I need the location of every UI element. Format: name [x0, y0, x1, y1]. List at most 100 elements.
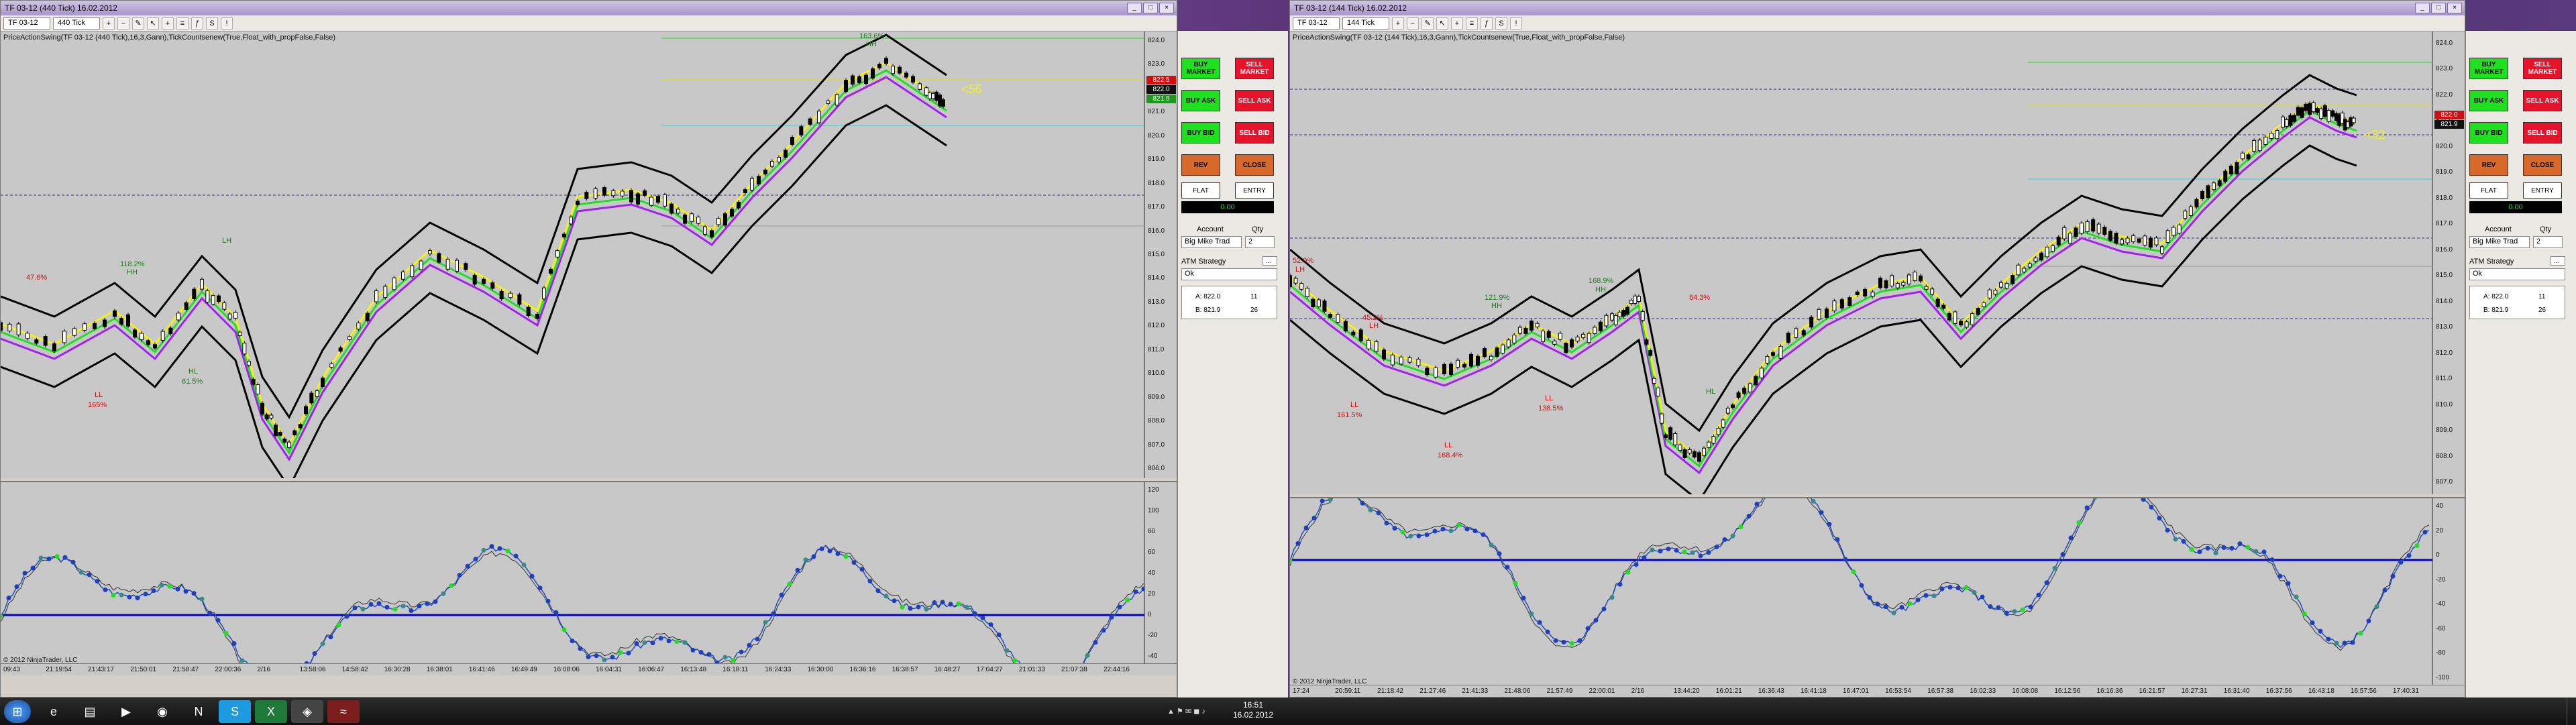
buy-market-button[interactable]: BUY MARKET — [2469, 58, 2508, 79]
media-player-icon[interactable]: ▶ — [110, 700, 142, 723]
atm-config-button[interactable]: ... — [1263, 256, 1277, 266]
ie-icon[interactable]: e — [38, 700, 70, 723]
explorer-icon[interactable]: ▤ — [74, 700, 106, 723]
atm-strategy-select[interactable]: Ok — [2469, 268, 2565, 280]
price-axis-left[interactable]: 824.0 823.0 822.0 821.0 820.0 819.0 818.0 817.0… — [1144, 32, 1177, 478]
draw-tool-icon[interactable]: ✎ — [1421, 17, 1434, 30]
qty-stepper[interactable]: 2 — [2533, 236, 2563, 248]
app-icon[interactable]: ◈ — [291, 700, 323, 723]
crosshair-icon[interactable]: + — [162, 17, 174, 30]
indicators-icon[interactable]: ƒ — [191, 17, 203, 30]
swing-label: HH — [1595, 286, 1606, 294]
buy-ask-button[interactable]: BUY ASK — [1181, 90, 1220, 111]
alert-icon[interactable]: ! — [1510, 17, 1522, 30]
window-titlebar-left[interactable]: TF 03-12 (440 Tick) 16.02.2012 _ □ × — [1, 1, 1177, 15]
properties-icon[interactable]: ≡ — [1466, 17, 1478, 30]
time-axis-right[interactable]: 17:24 20:59:11 21:18:42 21:27:46 21:41:33 21:… — [1290, 685, 2465, 697]
candle — [799, 126, 804, 135]
alert-icon[interactable]: ! — [221, 17, 233, 30]
buy-bid-button[interactable]: BUY BID — [2469, 122, 2508, 144]
start-button-icon[interactable]: ⊞ — [4, 700, 31, 723]
candle — [1707, 441, 1711, 448]
osc-axis-left[interactable]: 120 100 80 60 40 20 0 -20 -40 — [1144, 481, 1177, 663]
zoom-out-icon[interactable]: − — [1407, 17, 1419, 30]
candle — [445, 258, 450, 270]
buy-market-button[interactable]: BUY MARKET — [1181, 58, 1220, 79]
oscillator-left[interactable]: © 2012 NinjaTrader, LLC — [1, 481, 1144, 665]
maximize-icon[interactable]: □ — [1143, 3, 1158, 13]
rev-button[interactable]: REV — [1181, 154, 1220, 176]
strategy-icon[interactable]: S — [1495, 17, 1507, 30]
qty-stepper[interactable]: 2 — [1245, 236, 1275, 248]
instrument-select-right[interactable]: TF 03-12 — [1293, 17, 1340, 30]
account-select[interactable]: Big Mike Trad — [1181, 236, 1242, 248]
taskbar-clock[interactable]: 16:51 16.02.2012 — [1233, 700, 1273, 720]
rev-button[interactable]: REV — [2469, 154, 2508, 176]
zoom-out-icon[interactable]: − — [117, 17, 129, 30]
chart-window-right[interactable]: TF 03-12 (144 Tick) 16.02.2012 _ □ × TF 03… — [1289, 0, 2465, 698]
price-axis-right[interactable]: 824.0823.0822.0821.0820.0819.0818.0817.0… — [2432, 32, 2465, 494]
crosshair-icon[interactable]: + — [1451, 17, 1463, 30]
instrument-select-left[interactable]: TF 03-12 — [3, 17, 50, 30]
candle — [898, 66, 902, 74]
show-desktop-button[interactable] — [2567, 698, 2576, 725]
price-axis-tick: 824.0 — [2436, 40, 2453, 47]
osc-dot — [586, 655, 591, 660]
period-select-left[interactable]: 440 Tick — [53, 17, 100, 30]
sell-market-button[interactable]: SELL MARKET — [1235, 58, 1274, 79]
atm-config-button[interactable]: ... — [2551, 256, 2565, 266]
osc-dot — [972, 611, 977, 616]
price-chart-right[interactable]: LL 161.5% LL 168.4% 45.2% LH 121.9% HH LL 138.5% 1… — [1290, 32, 2432, 494]
strategy-icon[interactable]: S — [206, 17, 218, 30]
oscillator-right[interactable]: © 2012 NinjaTrader, LLC — [1290, 497, 2432, 685]
flat-button[interactable]: FLAT — [2469, 182, 2508, 199]
osc-axis-right[interactable]: 40 20 0 -20 -40 -60 -80 -100 — [2432, 497, 2465, 685]
excel-icon[interactable]: X — [255, 700, 287, 723]
zoom-in-icon[interactable]: + — [1392, 17, 1404, 30]
candle — [83, 323, 87, 331]
time-axis-tick: 16:02:33 — [1970, 687, 1996, 695]
draw-tool-icon[interactable]: ✎ — [132, 17, 144, 30]
candle — [482, 278, 486, 284]
osc-dot — [2044, 580, 2049, 585]
osc-dot — [489, 544, 494, 549]
sell-bid-button[interactable]: SELL BID — [1235, 122, 1274, 144]
firefox-icon[interactable]: ◉ — [146, 700, 178, 723]
account-select[interactable]: Big Mike Trad — [2469, 236, 2530, 248]
tray-icons[interactable]: ▲ ⚑ ✉ ◼ ♪ — [1167, 707, 1205, 716]
ninjatrader-icon[interactable]: N — [182, 700, 215, 723]
cursor-icon[interactable]: ↖ — [1436, 17, 1448, 30]
buy-bid-button[interactable]: BUY BID — [1181, 122, 1220, 144]
skype-icon[interactable]: S — [219, 700, 251, 723]
cursor-icon[interactable]: ↖ — [147, 17, 159, 30]
atm-strategy-select[interactable]: Ok — [1181, 268, 1277, 280]
close-icon[interactable]: × — [1159, 3, 1174, 13]
properties-icon[interactable]: ≡ — [176, 17, 189, 30]
flat-button[interactable]: FLAT — [1181, 182, 1220, 199]
minimize-icon[interactable]: _ — [1127, 3, 1142, 13]
buy-ask-button[interactable]: BUY ASK — [2469, 90, 2508, 111]
price-chart-left[interactable]: 163.6% HH 47.6% LL 165% HL 61.5% 118.2% HH LH <56 … — [1, 32, 1144, 478]
osc-dot — [1125, 597, 1130, 602]
maximize-icon[interactable]: □ — [2431, 3, 2446, 13]
sell-ask-button[interactable]: SELL ASK — [2523, 90, 2562, 111]
chart-app-icon[interactable]: ≈ — [327, 700, 360, 723]
close-icon[interactable]: × — [2447, 3, 2462, 13]
price-axis-tick: 812.0 — [1148, 322, 1165, 330]
candle — [1617, 311, 1622, 317]
time-axis-left[interactable]: 09:43 21:19:54 21:43:17 21:50:01 21:58:47 22:… — [1, 663, 1177, 675]
window-titlebar-right[interactable]: TF 03-12 (144 Tick) 16.02.2012 _ □ × — [1290, 1, 2465, 15]
sell-market-button[interactable]: SELL MARKET — [2523, 58, 2562, 79]
close-button[interactable]: CLOSE — [1235, 154, 1274, 176]
minimize-icon[interactable]: _ — [2415, 3, 2430, 13]
close-button[interactable]: CLOSE — [2523, 154, 2562, 176]
sell-ask-button[interactable]: SELL ASK — [1235, 90, 1274, 111]
entry-button[interactable]: ENTRY — [1235, 182, 1274, 199]
candle — [233, 312, 237, 319]
chart-window-left[interactable]: TF 03-12 (440 Tick) 16.02.2012 _ □ × TF 03… — [0, 0, 1177, 698]
entry-button[interactable]: ENTRY — [2523, 182, 2562, 199]
zoom-in-icon[interactable]: + — [103, 17, 115, 30]
period-select-right[interactable]: 144 Tick — [1342, 17, 1389, 30]
indicators-icon[interactable]: ƒ — [1481, 17, 1493, 30]
sell-bid-button[interactable]: SELL BID — [2523, 122, 2562, 144]
